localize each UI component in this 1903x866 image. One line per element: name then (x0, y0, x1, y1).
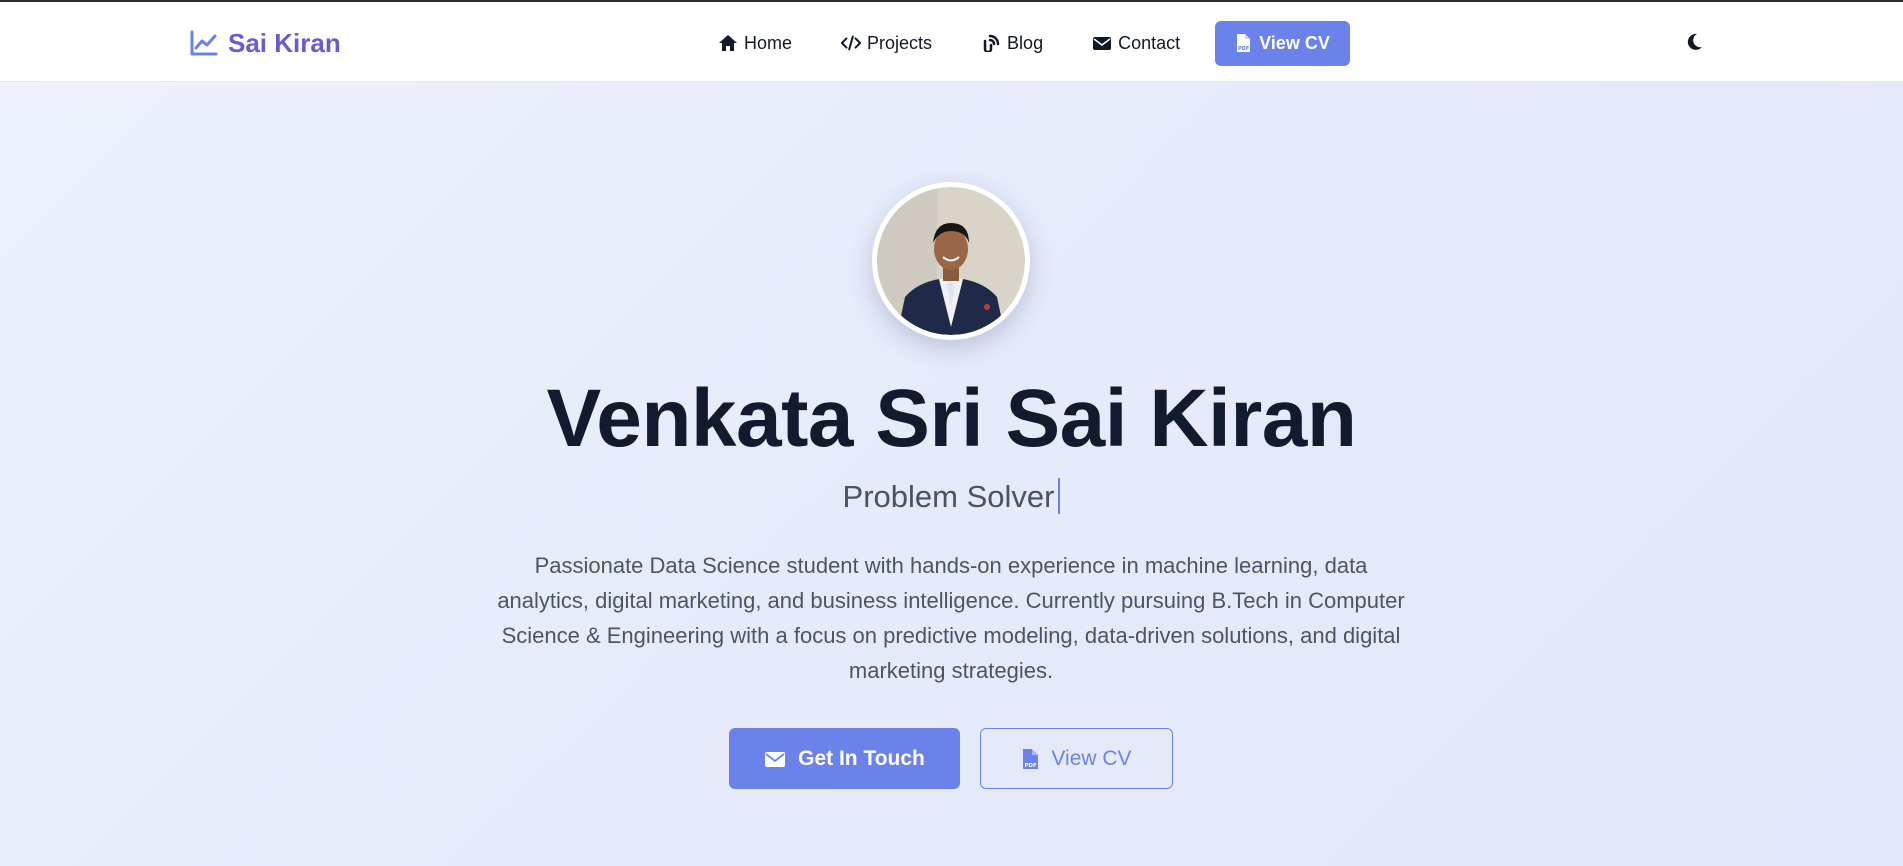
nav-blog[interactable]: Blog (981, 33, 1043, 54)
navbar: Sai Kiran Home Projects Blog Contact PDF… (0, 2, 1903, 82)
hero-name: Venkata Sri Sai Kiran (546, 373, 1357, 464)
svg-text:PDF: PDF (1025, 763, 1038, 769)
hero-bio: Passionate Data Science student with han… (497, 553, 1405, 683)
home-icon (719, 35, 737, 51)
nav-projects-label: Projects (867, 32, 933, 53)
moon-icon (1687, 33, 1702, 50)
theme-toggle-button[interactable] (1682, 30, 1706, 54)
brand-logo[interactable]: Sai Kiran (190, 26, 341, 60)
nav-projects[interactable]: Projects (841, 33, 932, 54)
nav-contact-label: Contact (1118, 32, 1181, 53)
hero-role-text: Problem Solver (842, 479, 1055, 514)
blog-icon (983, 34, 1000, 52)
chart-line-icon (190, 30, 218, 56)
profile-photo (877, 187, 1025, 335)
view-cv-label: View CV (1051, 746, 1132, 770)
nav-home-label: Home (744, 32, 793, 53)
code-icon (841, 35, 862, 51)
get-in-touch-label: Get In Touch (798, 746, 925, 770)
hero-role: Problem Solver (0, 478, 1903, 515)
nav-contact[interactable]: Contact (1092, 33, 1180, 54)
nav-view-cv-label: View CV (1259, 32, 1330, 53)
profile-avatar (872, 182, 1030, 340)
brand-name: Sai Kiran (228, 27, 341, 58)
file-pdf-icon: PDF (1237, 34, 1251, 52)
envelope-icon (1093, 37, 1112, 50)
nav-blog-label: Blog (1007, 32, 1044, 53)
view-cv-button[interactable]: PDF View CV (980, 728, 1173, 789)
typing-caret (1058, 478, 1061, 514)
get-in-touch-button[interactable]: Get In Touch (729, 728, 960, 789)
nav-view-cv-button[interactable]: PDF View CV (1215, 20, 1350, 66)
nav-home[interactable]: Home (718, 33, 792, 54)
envelope-icon (765, 751, 786, 767)
svg-text:PDF: PDF (1238, 46, 1249, 52)
file-pdf-icon: PDF (1023, 748, 1039, 769)
main-nav: Home Projects Blog Contact PDF View CV (718, 20, 1350, 66)
